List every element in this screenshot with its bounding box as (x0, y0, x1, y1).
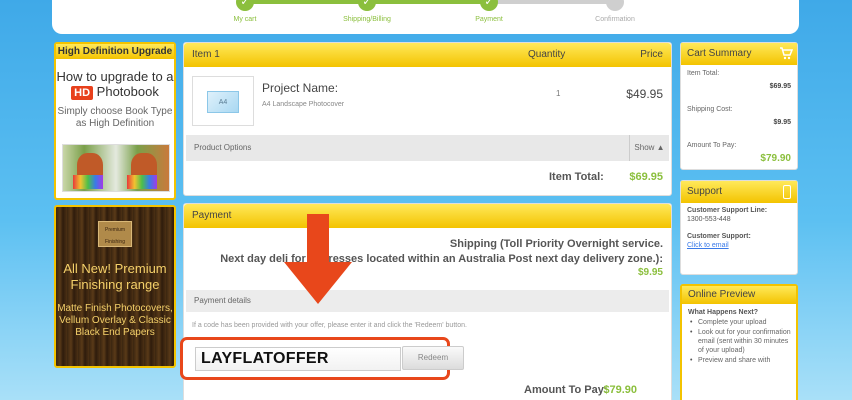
project-thumbnail[interactable]: A4 (192, 76, 254, 126)
cart-summary-header: Cart Summary (681, 43, 797, 65)
promo-hint: If a code has been provided with your of… (192, 322, 467, 329)
next-steps-list: Complete your upload Look out for your c… (682, 318, 796, 365)
payment-details-bar: Payment details (186, 290, 669, 312)
summary-amount-label: Amount To Pay: (687, 142, 737, 149)
step-mycart-check-icon: ✓ (236, 0, 254, 11)
summary-item-total-label: Item Total: (687, 70, 720, 77)
down-arrow-icon (284, 214, 352, 304)
redeem-button[interactable]: Redeem (402, 346, 464, 370)
step-confirmation-label: Confirmation (595, 16, 635, 23)
list-item: Complete your upload (690, 318, 796, 327)
project-type: A4 Landscape Photocover (262, 101, 345, 108)
premium-title: All New! Premium Finishing range (63, 261, 167, 292)
hd-upgrade-title: High Definition Upgrade (56, 44, 174, 59)
online-preview-card: Online Preview What Happens Next? Comple… (680, 284, 798, 400)
summary-shipping-label: Shipping Cost: (687, 106, 733, 113)
premium-description: Matte Finish Photocovers, Vellum Overlay… (57, 303, 173, 338)
project-name: Project Name: (262, 81, 339, 95)
photobook-icon: A4 (207, 91, 239, 113)
premium-book-icon: Premium Finishing (98, 221, 132, 247)
amount-to-pay-value: $79.90 (603, 384, 637, 396)
step-shipping-check-icon: ✓ (358, 0, 376, 11)
amount-to-pay-label: Amount To Pay: (524, 384, 608, 396)
step-mycart-label[interactable]: My cart (205, 16, 285, 23)
checkout-progress: ✓ My cart ✓ Shipping/Billing ✓ Payment C… (52, 0, 799, 34)
support-email-label: Customer Support: (687, 233, 751, 240)
online-preview-header: Online Preview (682, 286, 796, 304)
quantity-header: Quantity (528, 49, 566, 60)
product-options-label: Product Options (194, 143, 252, 152)
project-row: A4 Project Name: A4 Landscape Photocover… (184, 67, 671, 135)
cart-icon (780, 47, 793, 60)
hd-badge: HD (71, 86, 94, 100)
step-payment-check-icon: ✓ (480, 0, 498, 11)
promo-code-highlight: LAYFLATOFFER Redeem (180, 337, 464, 380)
support-email-link[interactable]: Click to email (687, 242, 791, 249)
what-happens-next: What Happens Next? (688, 309, 759, 316)
hd-instructions: Simply choose Book Type as High Definiti… (57, 106, 173, 129)
item-total-label: Item Total: (549, 171, 604, 183)
step-shipping-label[interactable]: Shipping/Billing (327, 16, 407, 23)
payment-header: Payment (184, 204, 671, 228)
support-card: Support Customer Support Line: 1300-553-… (680, 180, 798, 275)
shipping-service-line1: Shipping (Toll Priority Overnight servic… (449, 238, 663, 250)
project-quantity: 1 (556, 89, 561, 98)
cart-item-card: Item 1 Quantity Price A4 Project Name: A… (183, 42, 672, 196)
cart-summary-card: Cart Summary Item Total: $69.95 Shipping… (680, 42, 798, 170)
item-header-label: Item 1 (192, 49, 220, 60)
step-payment-label: Payment (475, 16, 503, 23)
support-line-label: Customer Support Line: (687, 207, 768, 214)
list-item: Look out for your confirmation email (se… (690, 328, 796, 355)
price-header: Price (640, 49, 663, 60)
product-options-show-button[interactable]: Show ▲ (629, 135, 669, 161)
summary-shipping-value: $9.95 (773, 119, 791, 126)
summary-item-total-row: Item Total: $69.95 (681, 65, 797, 101)
promo-code-input[interactable]: LAYFLATOFFER (195, 347, 401, 371)
hd-sample-photobook-image (62, 144, 170, 192)
progress-line-remaining (490, 0, 616, 4)
hd-upgrade-banner[interactable]: High Definition Upgrade How to upgrade t… (54, 42, 176, 200)
summary-amount-row: Amount To Pay: $79.90 (681, 137, 797, 173)
phone-icon (783, 185, 791, 199)
support-email-block: Customer Support: Click to email (681, 229, 797, 249)
support-header: Support (681, 181, 797, 203)
premium-finishing-banner[interactable]: Premium Finishing All New! Premium Finis… (54, 205, 176, 368)
summary-item-total-value: $69.95 (769, 83, 791, 90)
item-header: Item 1 Quantity Price (184, 43, 671, 67)
item-total-row: Item Total: $69.95 (184, 161, 671, 193)
support-line-number: 1300-553-448 (687, 216, 731, 223)
summary-amount-value: $79.90 (760, 153, 791, 164)
step-confirmation-dot (606, 0, 624, 11)
support-line-block: Customer Support Line: 1300-553-448 (681, 203, 797, 223)
summary-shipping-row: Shipping Cost: $9.95 (681, 101, 797, 137)
project-price: $49.95 (626, 87, 663, 101)
item-total-value: $69.95 (629, 171, 663, 183)
shipping-price: $9.95 (637, 267, 663, 278)
hd-how-to: How to upgrade to a HD Photobook (56, 69, 174, 100)
list-item: Preview and share with (690, 356, 796, 365)
product-options-bar: Product Options Show ▲ (186, 135, 669, 161)
